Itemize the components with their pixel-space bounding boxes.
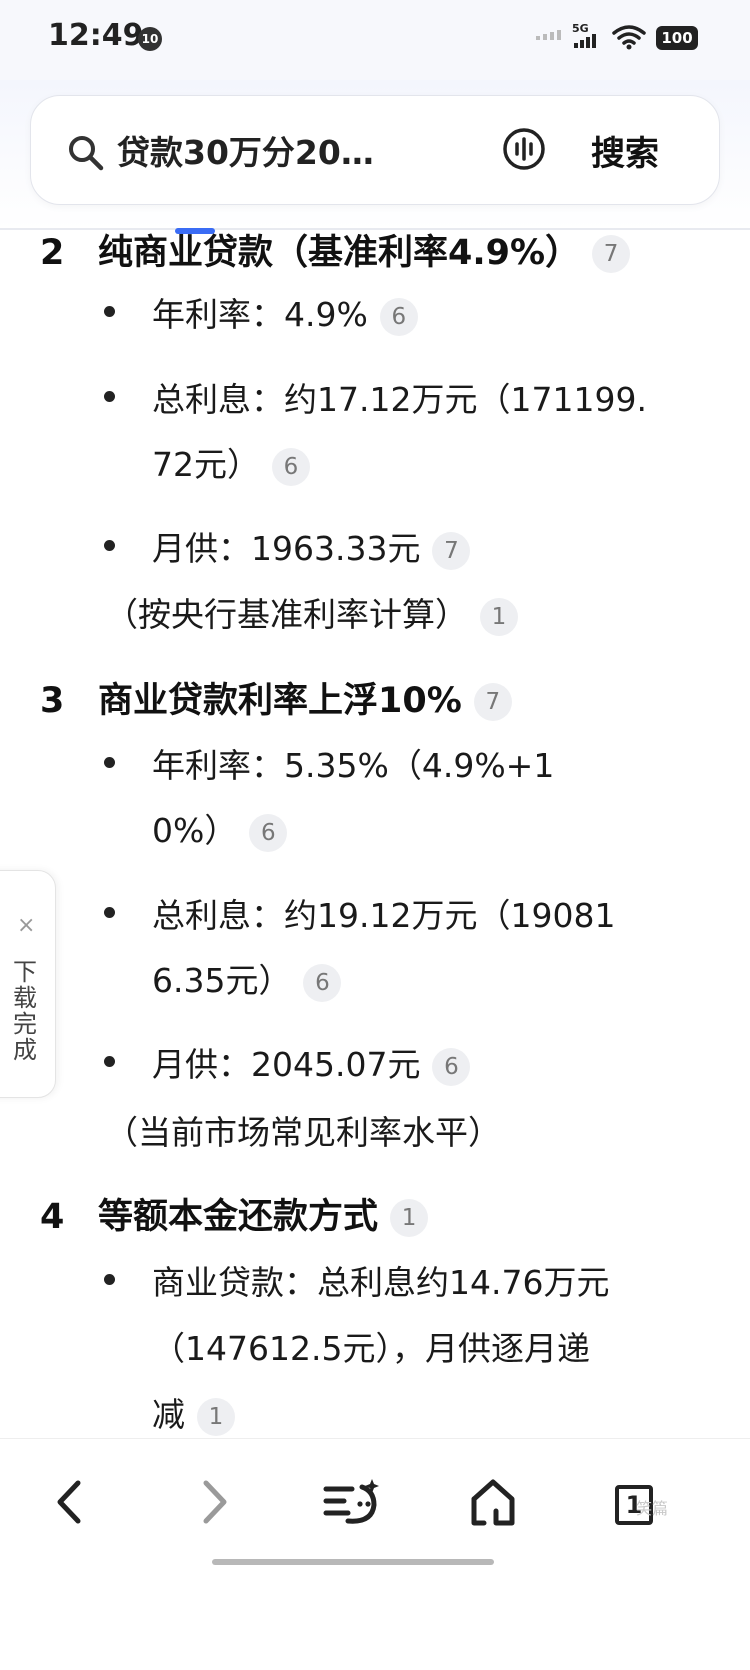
section-number: 2 — [40, 233, 65, 273]
citation-badge[interactable]: 6 — [303, 963, 342, 1002]
list-item: 减1 — [152, 1388, 235, 1436]
home-indicator[interactable] — [212, 1559, 494, 1565]
list-item-text: 6.35元） — [152, 961, 292, 1000]
watermark: 笑篇 — [636, 1499, 669, 1518]
download-complete-widget[interactable]: × 下载完成 — [0, 870, 56, 1098]
citation-badge[interactable]: 1 — [197, 1397, 235, 1436]
citation-badge[interactable]: 7 — [432, 531, 471, 570]
battery-icon: 100 — [656, 26, 698, 50]
list-item-text: 72元） — [152, 445, 260, 484]
bullet-icon — [104, 306, 115, 317]
section-title: 商业贷款利率上浮10% — [98, 681, 462, 721]
bottom-navigation: 1 笑篇 — [0, 1438, 750, 1670]
list-item-text: 总利息：约17.12万元（171199. — [152, 380, 647, 419]
status-time: 12:49 — [48, 18, 144, 53]
list-item-text: 月供：2045.07元 — [152, 1045, 421, 1084]
status-bar: 12:49 10 5G 100 — [0, 0, 750, 80]
home-icon[interactable] — [468, 1477, 518, 1527]
bullet-icon — [104, 540, 115, 551]
section-heading: 3 商业贷款利率上浮10% 7 — [40, 672, 512, 723]
search-query[interactable]: 贷款30万分20… — [117, 126, 374, 174]
bullet-icon — [104, 757, 115, 768]
search-icon — [69, 136, 104, 171]
notification-badge-icon: 10 — [138, 27, 162, 51]
wifi-icon — [612, 25, 646, 50]
download-status-label[interactable]: 下载完成 — [13, 959, 41, 1063]
section-number: 3 — [40, 681, 65, 721]
citation-badge[interactable]: 1 — [390, 1199, 429, 1237]
list-item: 0%） 6 — [152, 804, 288, 852]
list-item: 年利率：4.9% 6 — [152, 288, 418, 336]
citation-badge[interactable]: 6 — [432, 1047, 471, 1086]
list-item: 月供：2045.07元 6 — [152, 1038, 471, 1086]
citation-badge[interactable]: 7 — [592, 235, 631, 273]
bullet-icon — [104, 1056, 115, 1067]
section-title: 纯商业贷款（基准利率4.9%） — [98, 233, 581, 273]
signal-strength-icon — [574, 34, 596, 48]
list-item-text: 0%） — [152, 811, 238, 850]
forward-icon[interactable] — [194, 1477, 234, 1527]
list-item: 月供：1963.33元 7 — [152, 522, 471, 570]
sim2-signal-icon — [536, 30, 561, 40]
list-item-text: 年利率：4.9% — [152, 295, 368, 334]
list-item: 72元） 6 — [152, 438, 310, 486]
citation-badge[interactable]: 6 — [379, 297, 418, 336]
list-item: 6.35元） 6 — [152, 954, 342, 1002]
citation-badge[interactable]: 6 — [249, 813, 288, 852]
list-item-text: 月供：1963.33元 — [152, 529, 421, 568]
bullet-icon — [104, 907, 115, 918]
list-item-text: 总利息：约19.12万元（19081 — [152, 896, 616, 935]
list-item-text: （147612.5元），月供逐月递 — [152, 1329, 590, 1368]
search-bar[interactable]: 贷款30万分20… 搜索 — [30, 95, 720, 205]
list-item-text: 年利率：5.35%（4.9%+1 — [152, 746, 555, 785]
search-button[interactable]: 搜索 — [591, 126, 659, 175]
citation-badge[interactable]: 1 — [480, 597, 518, 636]
bullet-icon — [104, 391, 115, 402]
back-icon[interactable] — [50, 1477, 90, 1527]
section-number: 4 — [40, 1197, 65, 1237]
citation-badge[interactable]: 7 — [473, 683, 512, 721]
note-text: （按央行基准利率计算） — [105, 595, 468, 634]
section-heading: 4 等额本金还款方式 1 — [40, 1188, 429, 1239]
voice-search-icon[interactable] — [501, 126, 547, 172]
list-item-text: 商业贷款：总利息约14.76万元 — [152, 1263, 610, 1302]
section-note: （当前市场常见利率水平） — [105, 1113, 501, 1152]
citation-badge[interactable]: 6 — [272, 447, 310, 486]
close-icon[interactable]: × — [17, 913, 35, 938]
ai-assistant-icon[interactable] — [322, 1477, 382, 1527]
search-header: 贷款30万分20… 搜索 — [0, 80, 750, 230]
list-item-text: 减 — [152, 1395, 185, 1434]
section-heading: 2 纯商业贷款（基准利率4.9%） 7 — [40, 224, 631, 275]
bullet-icon — [104, 1274, 115, 1285]
section-title: 等额本金还款方式 — [98, 1197, 379, 1237]
section-note: （按央行基准利率计算） 1 — [105, 588, 518, 636]
